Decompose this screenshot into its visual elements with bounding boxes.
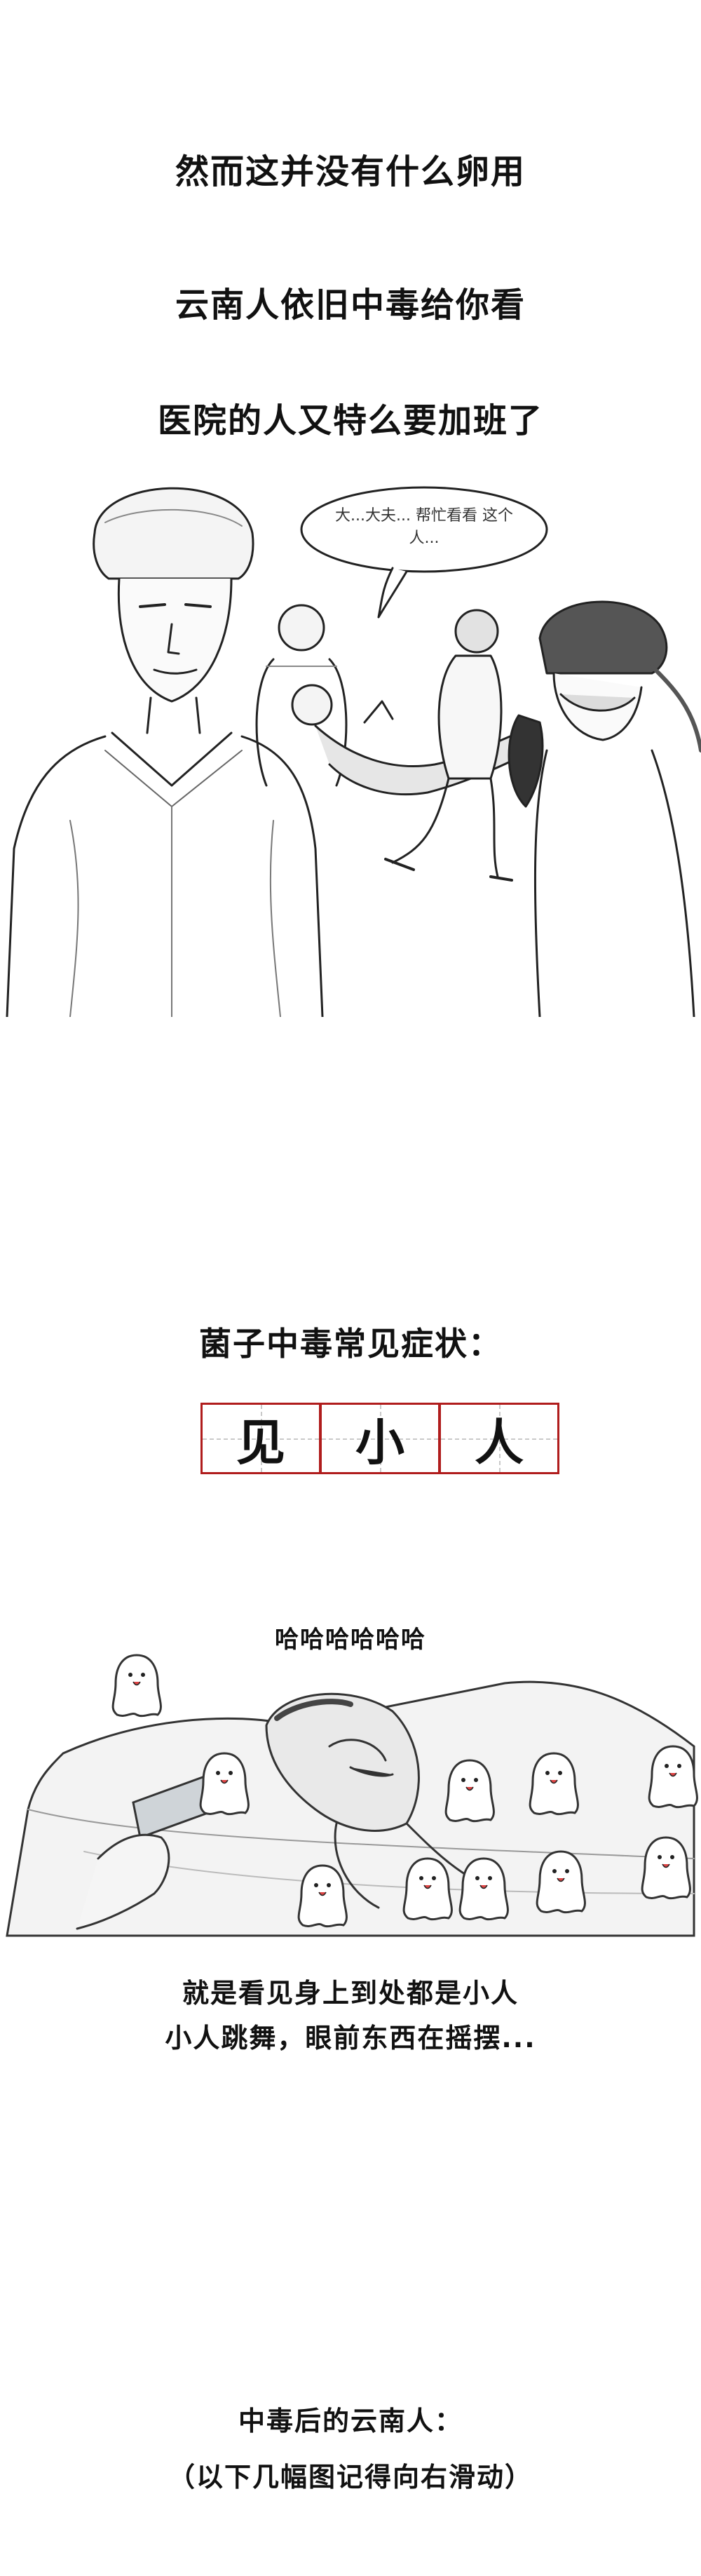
- char-box-3-text: 人: [475, 1412, 524, 1471]
- caption-line3: 医院的人又特么要加班了: [157, 401, 543, 440]
- little-people-illustration: [0, 1627, 701, 1957]
- char-box-3: 人: [439, 1403, 559, 1474]
- symptom-title: 菌子中毒常见症状：: [199, 1325, 502, 1363]
- hospital-illustration: 大...大夫... 帮忙看看 这个人...: [0, 456, 701, 1017]
- char-box-2-text: 小: [355, 1412, 404, 1471]
- description-line2: 小人跳舞，眼前东西在摇摆...: [165, 2023, 536, 2054]
- page: { "captions": { "line1": "然而这并没有什么卵用", "…: [0, 0, 701, 2576]
- after-line2: （以下几幅图记得向右滑动）: [168, 2462, 533, 2493]
- after-line1: 中毒后的云南人：: [238, 2406, 463, 2436]
- caption-line1: 然而这并没有什么卵用: [175, 152, 526, 191]
- little-people-sketch: [6, 1654, 698, 1937]
- char-box-2: 小: [320, 1403, 440, 1474]
- char-box-1: 见: [200, 1403, 321, 1474]
- speech-bubble-text: 大...大夫... 帮忙看看 这个人...: [335, 507, 513, 547]
- char-box-1-text: 见: [236, 1412, 285, 1471]
- caption-line2: 云南人依旧中毒给你看: [175, 285, 526, 325]
- description-line1: 就是看见身上到处都是小人: [182, 1978, 519, 2009]
